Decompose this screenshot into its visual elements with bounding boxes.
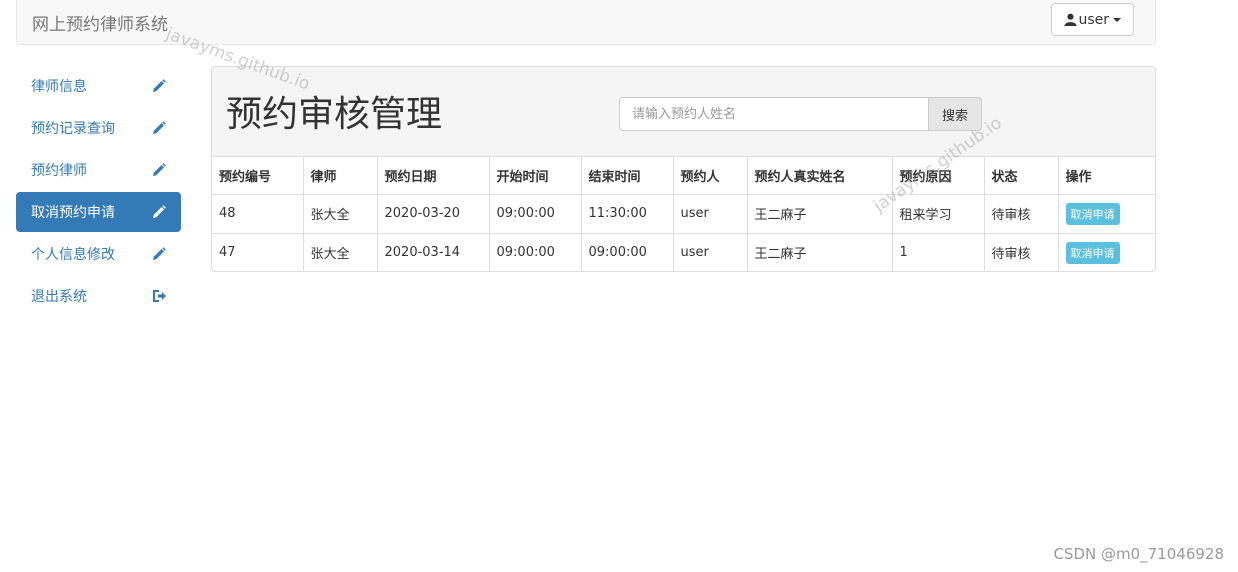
pencil-icon [153,205,166,218]
pencil-icon [153,163,166,176]
sidebar-item-logout[interactable]: 退出系统 [16,276,181,316]
column-header: 操作 [1058,157,1155,195]
table-cell: 王二麻子 [747,194,893,234]
column-header: 结束时间 [581,157,674,195]
sidebar-item-label: 个人信息修改 [31,247,115,263]
appointments-table: 预约编号 律师 预约日期 开始时间 结束时间 预约人 预约人真实姓名 预约原因 … [212,157,1155,271]
status-cell: 待审核 [984,233,1059,271]
table-cell: user [673,233,748,271]
brand-title[interactable]: 网上预约律师系统 [32,10,168,35]
page-title: 预约审核管理 [226,94,443,135]
search-input[interactable] [619,97,928,131]
column-header: 状态 [984,157,1059,195]
search-group: 搜索 [619,97,982,131]
sidebar-item-record-query[interactable]: 预约记录查询 [16,108,181,148]
cancel-request-button[interactable]: 取消申请 [1065,241,1120,264]
top-navbar: 网上预约律师系统 user [16,0,1156,45]
column-header: 律师 [303,157,378,195]
user-menu-label: user [1078,11,1109,28]
column-header: 预约编号 [212,157,304,195]
column-header: 预约日期 [377,157,490,195]
csdn-watermark: CSDN @m0_71046928 [1053,545,1224,563]
table-row: 48 张大全 2020-03-20 09:00:00 11:30:00 user… [212,194,1155,234]
search-button[interactable]: 搜索 [928,97,982,131]
table-cell: 1 [892,233,985,271]
column-header: 预约原因 [892,157,985,195]
table-cell: 王二麻子 [747,233,893,271]
table-cell: 09:00:00 [581,233,674,271]
pencil-icon [153,121,166,134]
table-cell: 09:00:00 [489,194,582,234]
user-icon [1064,13,1077,26]
table-cell: user [673,194,748,234]
table-row: 47 张大全 2020-03-14 09:00:00 09:00:00 user… [212,233,1155,271]
main-panel: 预约审核管理 搜索 预约编号 律师 预约日期 开始时间 结束时间 [211,66,1156,272]
sidebar-item-lawyer-info[interactable]: 律师信息 [16,66,181,106]
action-cell: 取消申请 [1058,233,1155,271]
table-cell: 11:30:00 [581,194,674,234]
column-header: 预约人 [673,157,748,195]
sidebar-item-book-lawyer[interactable]: 预约律师 [16,150,181,190]
chevron-down-icon [1113,17,1121,22]
table-cell: 租来学习 [892,194,985,234]
table-cell: 2020-03-20 [377,194,490,234]
cancel-request-button[interactable]: 取消申请 [1065,202,1120,225]
table-cell: 张大全 [303,233,378,271]
table-cell: 48 [212,194,304,234]
column-header: 开始时间 [489,157,582,195]
sidebar-item-label: 预约律师 [31,163,87,179]
pencil-icon [153,79,166,92]
panel-heading: 预约审核管理 搜索 [212,67,1155,157]
sidebar-item-cancel-request[interactable]: 取消预约申请 [16,192,181,232]
column-header: 预约人真实姓名 [747,157,893,195]
status-cell: 待审核 [984,194,1059,234]
sidebar-item-profile-edit[interactable]: 个人信息修改 [16,234,181,274]
table-cell: 张大全 [303,194,378,234]
logout-icon [153,290,166,302]
sidebar-item-label: 取消预约申请 [31,205,115,221]
pencil-icon [153,247,166,260]
sidebar-item-label: 退出系统 [31,289,87,305]
sidebar-item-label: 律师信息 [31,79,87,95]
user-menu-button[interactable]: user [1051,3,1134,36]
table-cell: 09:00:00 [489,233,582,271]
table-cell: 2020-03-14 [377,233,490,271]
sidebar-item-label: 预约记录查询 [31,121,115,137]
table-header-row: 预约编号 律师 预约日期 开始时间 结束时间 预约人 预约人真实姓名 预约原因 … [212,157,1155,195]
action-cell: 取消申请 [1058,194,1155,234]
table-cell: 47 [212,233,304,271]
sidebar-nav: 律师信息 预约记录查询 预约律师 取消预约申请 个人信息修改 退出系统 [16,66,181,318]
